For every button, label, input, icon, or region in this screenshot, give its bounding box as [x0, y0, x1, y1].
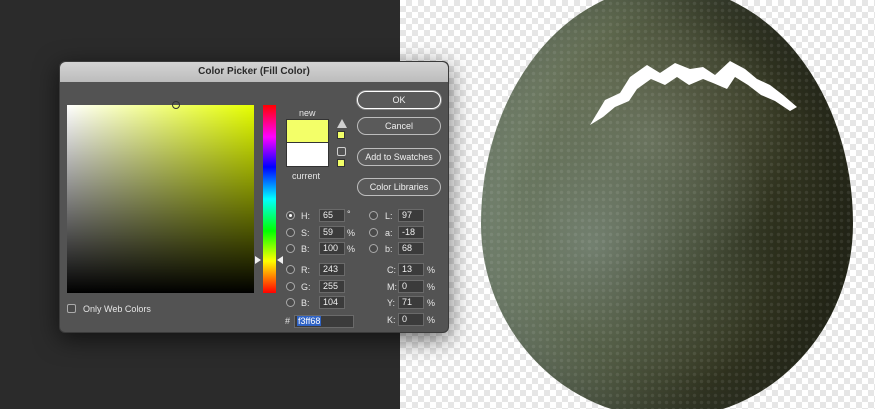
red-radio[interactable] [286, 265, 295, 274]
yellow-label: Y: [387, 298, 396, 308]
green-field[interactable]: 255 [319, 280, 345, 293]
saturation-radio[interactable] [286, 228, 295, 237]
hue-label: H: [301, 211, 310, 221]
lab-a-field[interactable]: -18 [398, 226, 424, 239]
brightness-unit: % [347, 244, 356, 254]
new-color-swatch [286, 119, 329, 143]
saturation-unit: % [347, 228, 356, 238]
lab-b-label: b: [385, 244, 393, 254]
cyan-label: C: [387, 265, 396, 275]
warning-triangle-icon[interactable] [337, 119, 347, 128]
yellow-field[interactable]: 71 [398, 296, 424, 309]
yellow-unit: % [427, 298, 436, 308]
black-label: K: [387, 315, 396, 325]
cyan-field[interactable]: 13 [398, 263, 424, 276]
color-field-marker[interactable] [172, 101, 180, 109]
current-color-label: current [292, 171, 321, 181]
magenta-label: M: [387, 282, 397, 292]
blue-field[interactable]: 104 [319, 296, 345, 309]
lab-l-field[interactable]: 97 [398, 209, 424, 222]
red-label: R: [301, 265, 310, 275]
hue-slider-left-arrow[interactable] [255, 256, 261, 264]
lab-b-radio[interactable] [369, 244, 378, 253]
hue-slider[interactable] [263, 105, 276, 293]
add-to-swatches-button[interactable]: Add to Swatches [357, 148, 441, 166]
blue-radio[interactable] [286, 298, 295, 307]
saturation-label: S: [301, 228, 310, 238]
magenta-field[interactable]: 0 [398, 280, 424, 293]
hex-value: f3ff68 [297, 316, 322, 326]
hue-radio[interactable] [286, 211, 295, 220]
hue-slider-right-arrow[interactable] [277, 256, 283, 264]
saturation-brightness-field[interactable] [67, 105, 254, 293]
green-label: G: [301, 282, 311, 292]
green-radio[interactable] [286, 282, 295, 291]
color-picker-dialog: Color Picker (Fill Color) new current OK… [59, 61, 449, 333]
hex-field[interactable]: f3ff68 [294, 315, 354, 328]
lab-a-label: a: [385, 228, 393, 238]
hue-field[interactable]: 65 [319, 209, 345, 222]
gamut-swatch[interactable] [337, 131, 345, 139]
brightness-label: B: [301, 244, 310, 254]
ok-button[interactable]: OK [357, 91, 441, 109]
cyan-unit: % [427, 265, 436, 275]
black-unit: % [427, 315, 436, 325]
magenta-unit: % [427, 282, 436, 292]
only-web-colors-checkbox[interactable] [67, 304, 76, 313]
lab-a-radio[interactable] [369, 228, 378, 237]
color-libraries-button[interactable]: Color Libraries [357, 178, 441, 196]
current-color-swatch[interactable] [286, 143, 329, 167]
new-color-label: new [299, 108, 316, 118]
lab-l-radio[interactable] [369, 211, 378, 220]
saturation-field[interactable]: 59 [319, 226, 345, 239]
black-field[interactable]: 0 [398, 313, 424, 326]
cube-icon[interactable] [337, 147, 346, 156]
cancel-button[interactable]: Cancel [357, 117, 441, 135]
blue-label: B: [301, 298, 310, 308]
brightness-field[interactable]: 100 [319, 242, 345, 255]
hue-unit: ° [347, 209, 351, 219]
web-safe-swatch[interactable] [337, 159, 345, 167]
lab-b-field[interactable]: 68 [398, 242, 424, 255]
only-web-colors-label[interactable]: Only Web Colors [83, 304, 151, 314]
hex-label: # [285, 316, 291, 326]
egg-crack-shape [590, 61, 797, 125]
dialog-title: Color Picker (Fill Color) [60, 62, 448, 82]
lab-l-label: L: [385, 211, 393, 221]
brightness-radio[interactable] [286, 244, 295, 253]
red-field[interactable]: 243 [319, 263, 345, 276]
